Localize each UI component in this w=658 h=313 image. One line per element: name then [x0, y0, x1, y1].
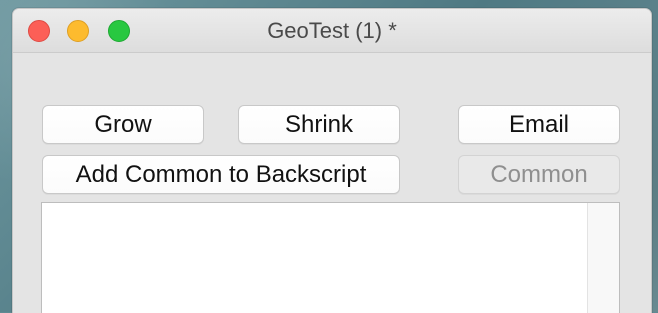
shrink-button[interactable]: Shrink — [238, 105, 400, 144]
geotest-window: GeoTest (1) * Grow Shrink Email Add Comm… — [12, 8, 652, 313]
title-bar[interactable]: GeoTest (1) * — [13, 9, 651, 53]
common-button: Common — [458, 155, 620, 194]
window-title: GeoTest (1) * — [267, 18, 397, 43]
grow-button[interactable]: Grow — [42, 105, 204, 144]
email-button[interactable]: Email — [458, 105, 620, 144]
add-common-to-backscript-button[interactable]: Add Common to Backscript — [42, 155, 400, 194]
text-area[interactable] — [41, 202, 620, 313]
text-area-scrollbar[interactable] — [587, 203, 619, 313]
